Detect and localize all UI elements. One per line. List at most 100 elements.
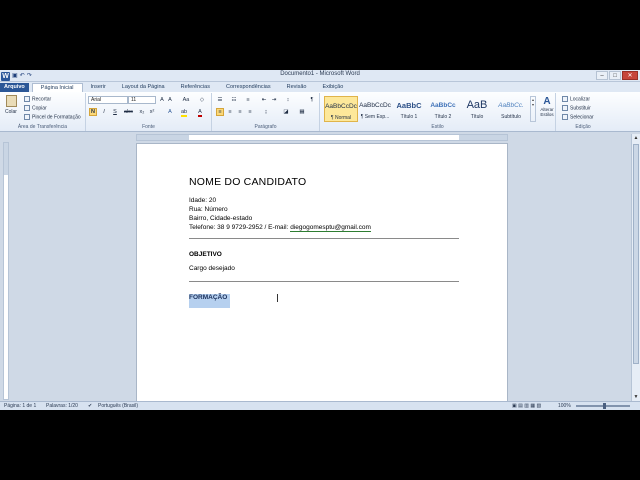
style-sample: AaBbC [396,101,422,110]
increase-indent-icon[interactable]: ⇥ [270,96,278,104]
numbering-icon[interactable]: ☷ [230,96,238,104]
replace-button[interactable]: Substituir [562,105,591,111]
select-button[interactable]: Selecionar [562,114,594,120]
style-name: Título [470,114,484,120]
proofing-icon[interactable]: ✔ [88,403,92,409]
scroll-down-icon[interactable]: ▼ [632,393,640,401]
district-line[interactable]: Bairro, Cidade-estado [189,214,459,223]
align-center-icon[interactable]: ≡ [226,108,234,116]
style-heading-2[interactable]: AaBbCc Título 2 [426,96,460,122]
decrease-indent-icon[interactable]: ⇤ [260,96,268,104]
zoom-slider-thumb[interactable] [603,403,606,409]
tab-insert[interactable]: Inserir [83,83,114,92]
style-title[interactable]: AaB Título [460,96,494,122]
grow-font-button[interactable]: A [158,96,166,104]
change-case-button[interactable]: Aa [182,96,190,104]
style-sample: AaBbCcDc [325,103,357,110]
justify-icon[interactable]: ≡ [246,108,254,116]
multilevel-list-icon[interactable]: ≡ [244,96,252,104]
language[interactable]: Português (Brasil) [98,403,138,409]
email-link[interactable]: diegogomesptu@gmail.com [290,224,371,232]
font-size-select[interactable]: 11 [128,96,156,104]
tab-view[interactable]: Exibição [314,83,351,92]
vertical-ruler[interactable] [3,142,9,400]
close-button[interactable]: ✕ [622,71,638,80]
view-buttons[interactable]: ▣ ▤ ▥ ▦ ▧ [512,403,541,409]
show-formatting-icon[interactable]: ¶ [308,96,316,104]
document-page[interactable]: NOME DO CANDIDATO Idade: 20 Rua: Número … [136,143,508,407]
styles-scroll-icon[interactable]: ▴ ▾ [530,96,536,122]
cut-button[interactable]: Recortar [24,96,51,102]
style-no-spacing[interactable]: AaBbCcDc ¶ Sem Esp... [358,96,392,122]
tab-file[interactable]: Arquivo [0,83,29,92]
tab-mailings[interactable]: Correspondências [218,83,279,92]
font-group-label: Fonte [142,124,155,130]
style-normal[interactable]: AaBbCcDc ¶ Normal [324,96,358,122]
sort-icon[interactable]: ↕ [284,96,292,104]
minimize-button[interactable]: – [596,71,608,80]
ruler-right-margin [459,135,507,140]
street-line[interactable]: Rua: Número [189,205,459,214]
shading-icon[interactable]: ◪ [282,108,290,116]
underline-button[interactable]: S [111,108,119,116]
editing-group: Localizar Substituir Selecionar Edição [558,93,608,131]
phone-text: Telefone: 38 9 9729-2952 / E-mail: [189,224,291,231]
ribbon-tabs: Arquivo Página Inicial Inserir Layout da… [0,82,640,92]
paste-button[interactable]: Colar [3,95,19,119]
cut-label: Recortar [32,96,52,103]
style-name: Subtítulo [501,114,521,120]
style-heading-1[interactable]: AaBbC Título 1 [392,96,426,122]
objective-text[interactable]: Cargo desejado [189,265,459,272]
editing-group-label: Edição [575,124,591,130]
vertical-scrollbar[interactable]: ▲ ▼ [631,134,640,401]
scroll-up-icon[interactable]: ▲ [632,134,640,142]
scroll-thumb[interactable] [633,144,639,364]
style-sample: AaBbCc [430,102,456,109]
shrink-font-button[interactable]: A [166,96,174,104]
borders-icon[interactable]: ▦ [298,108,306,116]
candidate-name[interactable]: NOME DO CANDIDATO [189,176,459,188]
paintbrush-icon [24,114,30,120]
format-painter-button[interactable]: Pincel de Formatação [24,114,81,120]
tab-page-layout[interactable]: Layout da Página [114,83,173,92]
italic-button[interactable]: I [100,108,108,116]
tab-review[interactable]: Revisão [279,83,315,92]
line-spacing-icon[interactable]: ↨ [262,108,270,116]
subscript-button[interactable]: x₂ [138,108,146,116]
horizontal-ruler[interactable] [136,134,508,141]
clipboard-group-label: Área de Transferência [17,124,68,130]
strikethrough-button[interactable]: abc [124,108,133,116]
document-body[interactable]: NOME DO CANDIDATO Idade: 20 Rua: Número … [189,176,459,308]
ruler-top-margin [4,143,8,175]
bullets-icon[interactable]: ☰ [216,96,224,104]
font-family-select[interactable]: Arial [88,96,128,104]
clear-formatting-icon[interactable]: ◇ [198,96,206,104]
copy-button[interactable]: Copiar [24,105,47,111]
font-color-icon[interactable]: A [196,108,204,117]
zoom-level[interactable]: 100% [558,403,571,409]
maximize-button[interactable]: □ [609,71,621,80]
align-left-icon[interactable]: ≡ [216,108,224,116]
text-effects-icon[interactable]: A [166,108,174,116]
clipboard-group: Colar Recortar Copiar Pincel de Formataç… [0,93,86,131]
page-count[interactable]: Página: 1 de 1 [4,403,36,409]
personal-info[interactable]: Idade: 20 Rua: Número Bairro, Cidade-est… [189,196,459,232]
change-styles-button[interactable]: A Alterar Estilos [538,96,556,117]
divider [189,238,459,239]
highlight-icon[interactable]: ab [180,108,188,117]
style-subtitle[interactable]: AaBbCc. Subtítulo [494,96,528,122]
contact-line[interactable]: Telefone: 38 9 9729-2952 / E-mail: diego… [189,223,459,232]
education-heading-selected[interactable]: FORMAÇÃO [189,294,231,308]
style-sample: AaB [466,100,488,111]
superscript-button[interactable]: x² [148,108,156,116]
find-button[interactable]: Localizar [562,96,590,102]
word-count[interactable]: Palavras: 1/20 [46,403,78,409]
objective-heading[interactable]: OBJETIVO [189,251,459,258]
bold-button[interactable]: N [89,108,97,116]
find-label: Localizar [570,96,591,103]
style-sample: AaBbCcDc [359,102,391,109]
tab-home[interactable]: Página Inicial [31,83,83,92]
tab-references[interactable]: Referências [173,83,218,92]
age-line[interactable]: Idade: 20 [189,196,459,205]
align-right-icon[interactable]: ≡ [236,108,244,116]
